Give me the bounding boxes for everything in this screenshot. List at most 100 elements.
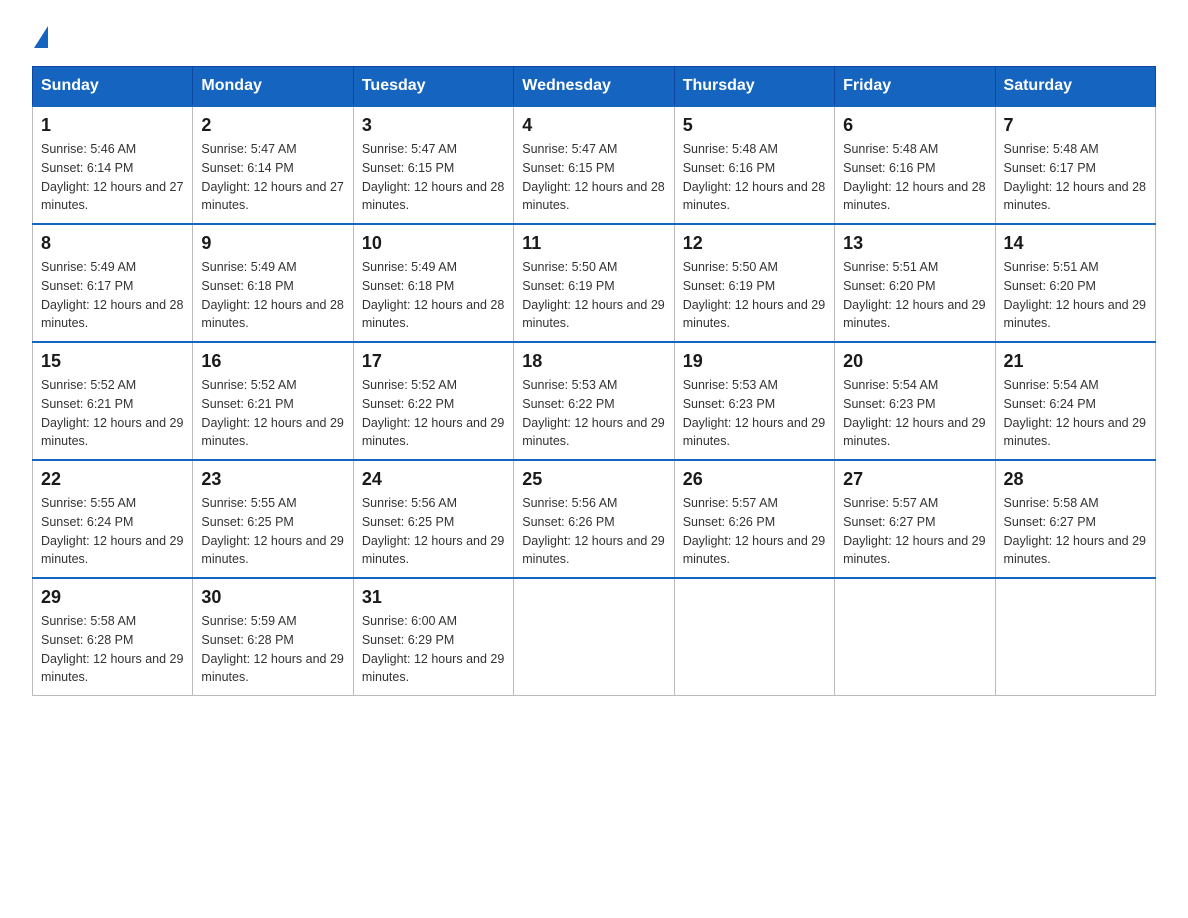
day-number: 3 xyxy=(362,115,505,136)
day-info: Sunrise: 5:49 AMSunset: 6:18 PMDaylight:… xyxy=(362,258,505,333)
day-number: 24 xyxy=(362,469,505,490)
day-number: 2 xyxy=(201,115,344,136)
day-info: Sunrise: 5:51 AMSunset: 6:20 PMDaylight:… xyxy=(1004,258,1147,333)
calendar-cell: 2 Sunrise: 5:47 AMSunset: 6:14 PMDaylight… xyxy=(193,106,353,224)
day-info: Sunrise: 5:57 AMSunset: 6:27 PMDaylight:… xyxy=(843,494,986,569)
calendar-cell xyxy=(514,578,674,696)
day-number: 7 xyxy=(1004,115,1147,136)
day-info: Sunrise: 5:50 AMSunset: 6:19 PMDaylight:… xyxy=(522,258,665,333)
calendar-cell: 30 Sunrise: 5:59 AMSunset: 6:28 PMDayligh… xyxy=(193,578,353,696)
calendar-cell: 4 Sunrise: 5:47 AMSunset: 6:15 PMDaylight… xyxy=(514,106,674,224)
day-number: 4 xyxy=(522,115,665,136)
day-info: Sunrise: 5:48 AMSunset: 6:16 PMDaylight:… xyxy=(683,140,826,215)
day-number: 17 xyxy=(362,351,505,372)
calendar-week-row-4: 22 Sunrise: 5:55 AMSunset: 6:24 PMDayligh… xyxy=(33,460,1156,578)
calendar-header-wednesday: Wednesday xyxy=(514,67,674,107)
day-number: 22 xyxy=(41,469,184,490)
calendar-cell: 13 Sunrise: 5:51 AMSunset: 6:20 PMDayligh… xyxy=(835,224,995,342)
day-info: Sunrise: 5:58 AMSunset: 6:28 PMDaylight:… xyxy=(41,612,184,687)
calendar-header-tuesday: Tuesday xyxy=(353,67,513,107)
day-info: Sunrise: 5:47 AMSunset: 6:14 PMDaylight:… xyxy=(201,140,344,215)
calendar-cell: 25 Sunrise: 5:56 AMSunset: 6:26 PMDayligh… xyxy=(514,460,674,578)
calendar-header-friday: Friday xyxy=(835,67,995,107)
day-info: Sunrise: 5:50 AMSunset: 6:19 PMDaylight:… xyxy=(683,258,826,333)
calendar-week-row-1: 1 Sunrise: 5:46 AMSunset: 6:14 PMDaylight… xyxy=(33,106,1156,224)
day-number: 30 xyxy=(201,587,344,608)
day-number: 26 xyxy=(683,469,826,490)
day-number: 6 xyxy=(843,115,986,136)
calendar-cell: 24 Sunrise: 5:56 AMSunset: 6:25 PMDayligh… xyxy=(353,460,513,578)
day-number: 21 xyxy=(1004,351,1147,372)
day-number: 31 xyxy=(362,587,505,608)
calendar-cell: 28 Sunrise: 5:58 AMSunset: 6:27 PMDayligh… xyxy=(995,460,1155,578)
calendar-cell: 1 Sunrise: 5:46 AMSunset: 6:14 PMDaylight… xyxy=(33,106,193,224)
day-info: Sunrise: 5:57 AMSunset: 6:26 PMDaylight:… xyxy=(683,494,826,569)
calendar-cell xyxy=(995,578,1155,696)
day-number: 9 xyxy=(201,233,344,254)
calendar-cell: 21 Sunrise: 5:54 AMSunset: 6:24 PMDayligh… xyxy=(995,342,1155,460)
day-number: 13 xyxy=(843,233,986,254)
day-number: 18 xyxy=(522,351,665,372)
calendar-cell: 27 Sunrise: 5:57 AMSunset: 6:27 PMDayligh… xyxy=(835,460,995,578)
day-info: Sunrise: 5:52 AMSunset: 6:22 PMDaylight:… xyxy=(362,376,505,451)
calendar-header-thursday: Thursday xyxy=(674,67,834,107)
day-info: Sunrise: 5:54 AMSunset: 6:24 PMDaylight:… xyxy=(1004,376,1147,451)
calendar-cell: 14Sunrise: 5:51 AMSunset: 6:20 PMDayligh… xyxy=(995,224,1155,342)
day-info: Sunrise: 5:48 AMSunset: 6:16 PMDaylight:… xyxy=(843,140,986,215)
day-number: 1 xyxy=(41,115,184,136)
calendar-cell: 16 Sunrise: 5:52 AMSunset: 6:21 PMDayligh… xyxy=(193,342,353,460)
calendar-cell xyxy=(674,578,834,696)
header xyxy=(32,24,1156,46)
day-number: 20 xyxy=(843,351,986,372)
day-number: 8 xyxy=(41,233,184,254)
calendar-header-monday: Monday xyxy=(193,67,353,107)
day-info: Sunrise: 5:55 AMSunset: 6:25 PMDaylight:… xyxy=(201,494,344,569)
day-info: Sunrise: 5:49 AMSunset: 6:18 PMDaylight:… xyxy=(201,258,344,333)
day-number: 19 xyxy=(683,351,826,372)
calendar-cell: 10 Sunrise: 5:49 AMSunset: 6:18 PMDayligh… xyxy=(353,224,513,342)
day-info: Sunrise: 5:53 AMSunset: 6:23 PMDaylight:… xyxy=(683,376,826,451)
day-info: Sunrise: 5:46 AMSunset: 6:14 PMDaylight:… xyxy=(41,140,184,215)
calendar-header-sunday: Sunday xyxy=(33,67,193,107)
day-info: Sunrise: 5:51 AMSunset: 6:20 PMDaylight:… xyxy=(843,258,986,333)
day-info: Sunrise: 5:58 AMSunset: 6:27 PMDaylight:… xyxy=(1004,494,1147,569)
calendar-cell: 6 Sunrise: 5:48 AMSunset: 6:16 PMDaylight… xyxy=(835,106,995,224)
calendar-cell: 26 Sunrise: 5:57 AMSunset: 6:26 PMDayligh… xyxy=(674,460,834,578)
day-number: 25 xyxy=(522,469,665,490)
day-info: Sunrise: 5:56 AMSunset: 6:26 PMDaylight:… xyxy=(522,494,665,569)
logo xyxy=(32,24,48,46)
calendar-cell: 5 Sunrise: 5:48 AMSunset: 6:16 PMDaylight… xyxy=(674,106,834,224)
day-info: Sunrise: 5:56 AMSunset: 6:25 PMDaylight:… xyxy=(362,494,505,569)
day-info: Sunrise: 5:55 AMSunset: 6:24 PMDaylight:… xyxy=(41,494,184,569)
day-info: Sunrise: 5:59 AMSunset: 6:28 PMDaylight:… xyxy=(201,612,344,687)
day-number: 16 xyxy=(201,351,344,372)
calendar-cell: 18Sunrise: 5:53 AMSunset: 6:22 PMDayligh… xyxy=(514,342,674,460)
calendar-cell: 3 Sunrise: 5:47 AMSunset: 6:15 PMDaylight… xyxy=(353,106,513,224)
calendar-header-saturday: Saturday xyxy=(995,67,1155,107)
calendar-header-row: SundayMondayTuesdayWednesdayThursdayFrid… xyxy=(33,67,1156,107)
calendar-cell: 9 Sunrise: 5:49 AMSunset: 6:18 PMDaylight… xyxy=(193,224,353,342)
calendar-cell: 12 Sunrise: 5:50 AMSunset: 6:19 PMDayligh… xyxy=(674,224,834,342)
calendar-cell: 7 Sunrise: 5:48 AMSunset: 6:17 PMDaylight… xyxy=(995,106,1155,224)
day-info: Sunrise: 6:00 AMSunset: 6:29 PMDaylight:… xyxy=(362,612,505,687)
calendar-cell: 20Sunrise: 5:54 AMSunset: 6:23 PMDayligh… xyxy=(835,342,995,460)
calendar-cell: 29 Sunrise: 5:58 AMSunset: 6:28 PMDayligh… xyxy=(33,578,193,696)
day-info: Sunrise: 5:48 AMSunset: 6:17 PMDaylight:… xyxy=(1004,140,1147,215)
day-number: 29 xyxy=(41,587,184,608)
day-number: 15 xyxy=(41,351,184,372)
day-number: 28 xyxy=(1004,469,1147,490)
day-number: 10 xyxy=(362,233,505,254)
calendar-cell: 23Sunrise: 5:55 AMSunset: 6:25 PMDayligh… xyxy=(193,460,353,578)
day-number: 27 xyxy=(843,469,986,490)
day-info: Sunrise: 5:52 AMSunset: 6:21 PMDaylight:… xyxy=(201,376,344,451)
calendar-cell: 11Sunrise: 5:50 AMSunset: 6:19 PMDayligh… xyxy=(514,224,674,342)
calendar-cell: 19 Sunrise: 5:53 AMSunset: 6:23 PMDayligh… xyxy=(674,342,834,460)
calendar-cell: 8Sunrise: 5:49 AMSunset: 6:17 PMDaylight… xyxy=(33,224,193,342)
calendar-cell: 22 Sunrise: 5:55 AMSunset: 6:24 PMDayligh… xyxy=(33,460,193,578)
calendar-cell: 17 Sunrise: 5:52 AMSunset: 6:22 PMDayligh… xyxy=(353,342,513,460)
day-number: 5 xyxy=(683,115,826,136)
day-number: 12 xyxy=(683,233,826,254)
day-info: Sunrise: 5:47 AMSunset: 6:15 PMDaylight:… xyxy=(362,140,505,215)
day-info: Sunrise: 5:47 AMSunset: 6:15 PMDaylight:… xyxy=(522,140,665,215)
calendar-table: SundayMondayTuesdayWednesdayThursdayFrid… xyxy=(32,66,1156,696)
